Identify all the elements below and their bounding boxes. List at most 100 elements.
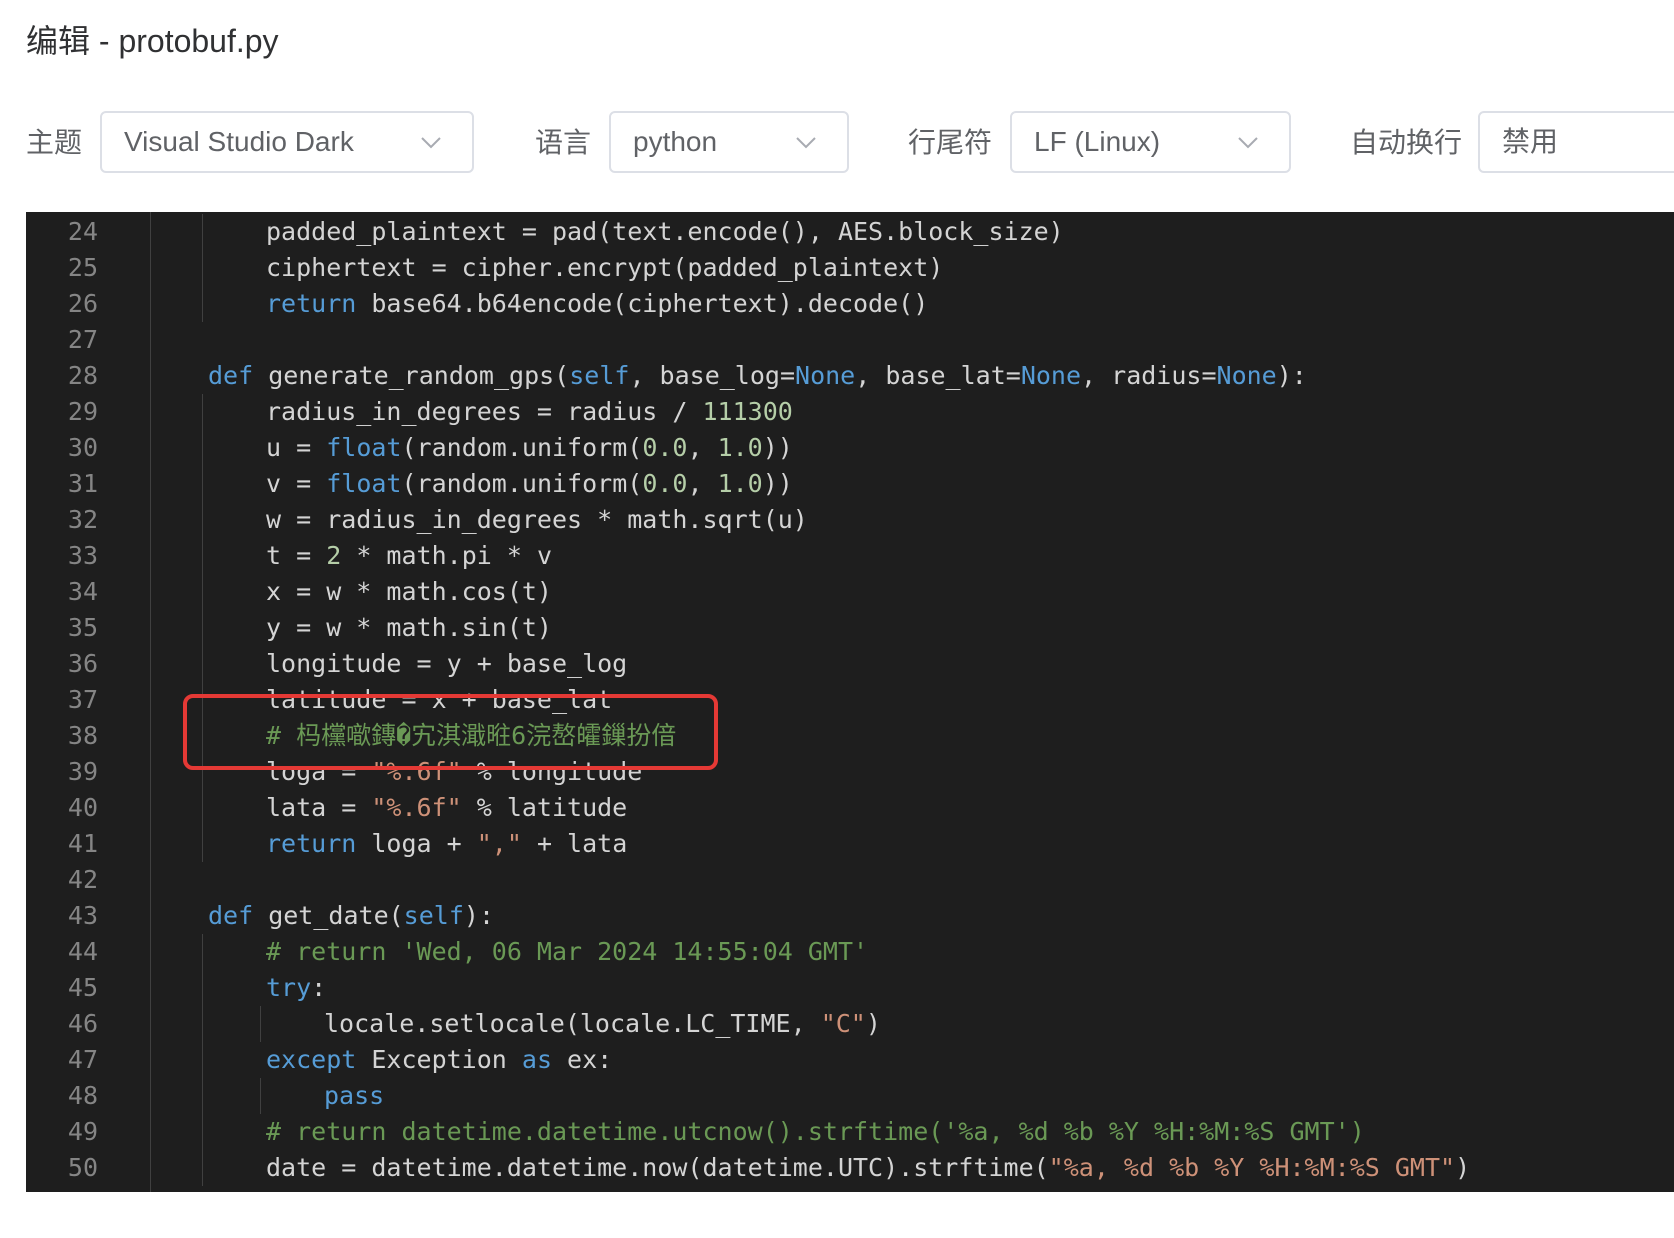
indent-guide — [202, 754, 203, 790]
code-editor[interactable]: 24 padded_plaintext = pad(text.encode(), … — [26, 212, 1674, 1192]
code-line[interactable]: 41 return loga + "," + lata — [26, 826, 1674, 862]
line-number: 40 — [67, 793, 98, 822]
code-line[interactable]: 47 except Exception as ex: — [26, 1042, 1674, 1078]
code-line[interactable]: 43 def get_date(self): — [26, 898, 1674, 934]
code-line[interactable]: 40 lata = "%.6f" % latitude — [26, 790, 1674, 826]
theme-select-value: Visual Studio Dark — [124, 126, 354, 157]
line-number: 30 — [67, 433, 98, 462]
theme-select[interactable]: Visual Studio Dark — [100, 111, 474, 173]
code-line[interactable]: 29 radius_in_degrees = radius / 111300 — [26, 394, 1674, 430]
code-line[interactable]: 27 — [26, 322, 1674, 358]
code-line[interactable]: 24 padded_plaintext = pad(text.encode(), … — [26, 214, 1674, 250]
code-token: + lata — [521, 829, 628, 858]
language-select[interactable]: python — [609, 111, 849, 173]
code-token: get_date( — [253, 901, 404, 930]
code-token: # return 'Wed, 06 Mar 2024 14:55:04 GMT' — [266, 937, 869, 966]
code-text: # return 'Wed, 06 Mar 2024 14:55:04 GMT' — [266, 934, 868, 970]
code-text: ciphertext = cipher.encrypt(padded_plain… — [266, 250, 943, 286]
code-line[interactable]: 28 def generate_random_gps(self, base_log… — [26, 358, 1674, 394]
code-line[interactable]: 48 pass — [26, 1078, 1674, 1114]
code-text: y = w * math.sin(t) — [266, 610, 552, 646]
code-line[interactable]: 25 ciphertext = cipher.encrypt(padded_pla… — [26, 250, 1674, 286]
line-number: 50 — [67, 1153, 98, 1182]
code-token: ): — [463, 901, 494, 930]
line-number: 33 — [67, 541, 98, 570]
line-number: 42 — [67, 865, 98, 894]
code-token: , — [687, 469, 718, 498]
code-text: # return datetime.datetime.utcnow().strf… — [266, 1114, 1365, 1150]
code-line[interactable]: 33 t = 2 * math.pi * v — [26, 538, 1674, 574]
code-token: return — [266, 289, 357, 318]
code-text: longitude = y + base_log — [266, 646, 627, 682]
code-line[interactable]: 50 date = datetime.datetime.now(datetime.… — [26, 1150, 1674, 1186]
eol-select[interactable]: LF (Linux) — [1010, 111, 1291, 173]
line-number: 28 — [67, 361, 98, 390]
line-number: 26 — [67, 289, 98, 318]
code-text: lata = "%.6f" % latitude — [266, 790, 627, 826]
line-number: 24 — [67, 217, 98, 246]
code-text: latitude = x + base_lat — [266, 682, 612, 718]
code-token: 111300 — [702, 397, 793, 426]
code-text: radius_in_degrees = radius / 111300 — [266, 394, 793, 430]
code-token: try — [266, 973, 312, 1002]
code-token: loga + — [356, 829, 477, 858]
code-line[interactable]: 30 u = float(random.uniform(0.0, 1.0)) — [26, 430, 1674, 466]
code-token: % latitude — [461, 793, 628, 822]
code-text: x = w * math.cos(t) — [266, 574, 552, 610]
code-line[interactable]: 32 w = radius_in_degrees * math.sqrt(u) — [26, 502, 1674, 538]
code-token: def — [208, 901, 254, 930]
code-line[interactable]: 34 x = w * math.cos(t) — [26, 574, 1674, 610]
code-text: pass — [324, 1078, 384, 1114]
code-token: v = — [266, 469, 327, 498]
code-token: None — [795, 361, 856, 390]
code-token: def — [208, 361, 254, 390]
code-token: "%.6f" — [371, 793, 462, 822]
indent-guide — [202, 970, 203, 1006]
code-line[interactable]: 45 try: — [26, 970, 1674, 1006]
code-text: def generate_random_gps(self, base_log=N… — [208, 358, 1307, 394]
code-text: return loga + "," + lata — [266, 826, 627, 862]
line-number: 37 — [67, 685, 98, 714]
word-wrap-label: 自动换行 — [1350, 127, 1463, 158]
line-number: 34 — [67, 577, 98, 606]
code-line[interactable]: 35 y = w * math.sin(t) — [26, 610, 1674, 646]
code-line[interactable]: 26 return base64.b64encode(ciphertext).de… — [26, 286, 1674, 322]
indent-guide — [202, 934, 203, 970]
code-token: None — [1216, 361, 1277, 390]
code-line[interactable]: 36 longitude = y + base_log — [26, 646, 1674, 682]
code-token: locale.setlocale(locale.LC_TIME, — [324, 1009, 821, 1038]
code-token: (random.uniform( — [401, 433, 643, 462]
code-token: latitude = x + base_lat — [266, 685, 613, 714]
code-text: u = float(random.uniform(0.0, 1.0)) — [266, 430, 793, 466]
code-line[interactable]: 39 loga = "%.6f" % longitude — [26, 754, 1674, 790]
code-token: y = w * math.sin(t) — [266, 613, 552, 642]
code-text: t = 2 * math.pi * v — [266, 538, 552, 574]
line-number: 31 — [67, 469, 98, 498]
line-number: 25 — [67, 253, 98, 282]
word-wrap-select[interactable]: 禁用 — [1478, 111, 1674, 173]
line-number: 46 — [67, 1009, 98, 1038]
code-line[interactable]: 49 # return datetime.datetime.utcnow().st… — [26, 1114, 1674, 1150]
code-line[interactable]: 31 v = float(random.uniform(0.0, 1.0)) — [26, 466, 1674, 502]
code-token: w = radius_in_degrees * math.sqrt(u) — [266, 505, 808, 534]
code-text: v = float(random.uniform(0.0, 1.0)) — [266, 466, 793, 502]
code-text: def get_date(self): — [208, 898, 494, 934]
indent-guide — [202, 1078, 203, 1114]
indent-guide — [202, 430, 203, 466]
line-number: 32 — [67, 505, 98, 534]
code-line[interactable]: 42 — [26, 862, 1674, 898]
indent-guide — [202, 286, 203, 322]
code-line[interactable]: 37 latitude = x + base_lat — [26, 682, 1674, 718]
code-token: self — [403, 901, 464, 930]
code-line[interactable]: 44 # return 'Wed, 06 Mar 2024 14:55:04 GM… — [26, 934, 1674, 970]
code-token: )) — [762, 433, 793, 462]
line-number: 36 — [67, 649, 98, 678]
code-text: return base64.b64encode(ciphertext).deco… — [266, 286, 928, 322]
indent-guide — [202, 826, 203, 862]
code-line[interactable]: 38 # 杩欓噷鏄�宄淇濈暀6浣嶅皬鏁扮偣 — [26, 718, 1674, 754]
theme-label: 主题 — [26, 127, 83, 158]
code-line[interactable]: 46 locale.setlocale(locale.LC_TIME, "C") — [26, 1006, 1674, 1042]
code-token: float — [326, 469, 402, 498]
code-token: lata = — [266, 793, 372, 822]
indent-guide — [260, 1006, 261, 1042]
